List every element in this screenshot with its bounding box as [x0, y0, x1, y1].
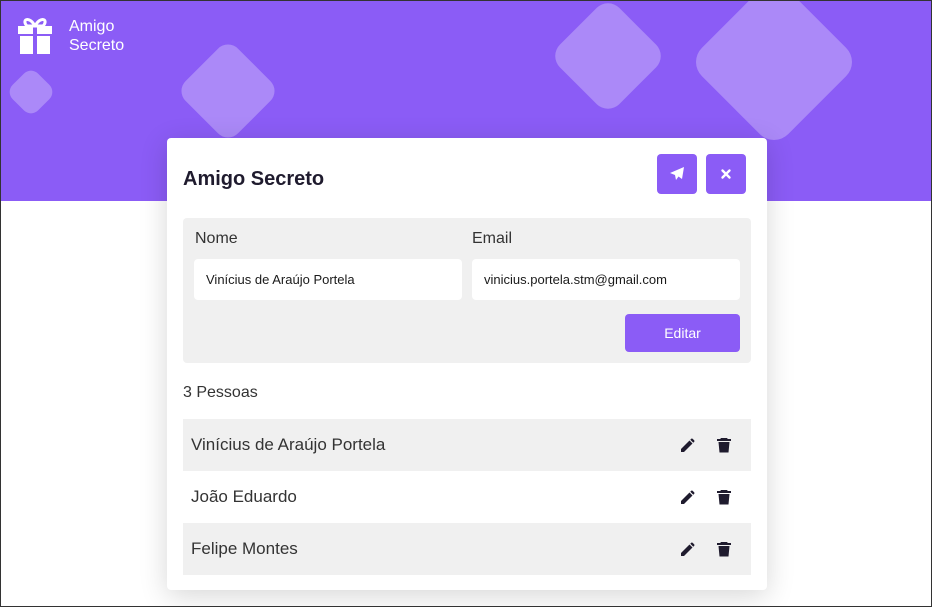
row-actions	[679, 488, 733, 506]
list-item: João Eduardo	[183, 471, 751, 523]
decorative-diamond	[5, 66, 57, 118]
trash-icon[interactable]	[715, 436, 733, 454]
pencil-icon[interactable]	[679, 436, 697, 454]
pencil-icon[interactable]	[679, 540, 697, 558]
send-button[interactable]	[657, 154, 697, 194]
row-actions	[679, 436, 733, 454]
secret-friend-card: Amigo Secreto Nome Email Editar 3 Pessoa…	[167, 138, 767, 590]
list-item: Vinícius de Araújo Portela	[183, 419, 751, 471]
paper-plane-icon	[670, 167, 684, 180]
close-icon	[721, 169, 731, 179]
trash-icon[interactable]	[715, 540, 733, 558]
decorative-diamond	[175, 38, 281, 144]
row-actions	[679, 540, 733, 558]
name-input[interactable]	[194, 259, 462, 300]
list-item: Felipe Montes	[183, 523, 751, 575]
brand-title-line2: Secreto	[69, 37, 125, 54]
people-list: Vinícius de Araújo Portela João Eduardo	[183, 419, 751, 575]
app-screen: Amigo Secreto Amigo Secreto Nome Email E…	[0, 0, 932, 607]
person-name: João Eduardo	[191, 487, 297, 506]
decorative-diamond	[548, 1, 668, 116]
pencil-icon[interactable]	[679, 488, 697, 506]
email-label: Email	[472, 230, 513, 247]
trash-icon[interactable]	[715, 488, 733, 506]
people-count: 3 Pessoas	[183, 384, 258, 401]
person-name: Felipe Montes	[191, 539, 298, 558]
name-label: Nome	[195, 230, 238, 247]
card-title: Amigo Secreto	[183, 168, 325, 190]
brand-title-line1: Amigo	[69, 18, 115, 35]
brand-title: Amigo Secreto	[69, 17, 124, 55]
brand: Amigo Secreto	[17, 17, 124, 55]
close-button[interactable]	[706, 154, 746, 194]
person-name: Vinícius de Araújo Portela	[191, 435, 386, 454]
decorative-diamond	[687, 1, 861, 149]
edit-button[interactable]: Editar	[625, 314, 740, 352]
gift-icon	[18, 18, 52, 54]
email-input[interactable]	[472, 259, 740, 300]
person-form: Nome Email Editar	[183, 218, 751, 363]
